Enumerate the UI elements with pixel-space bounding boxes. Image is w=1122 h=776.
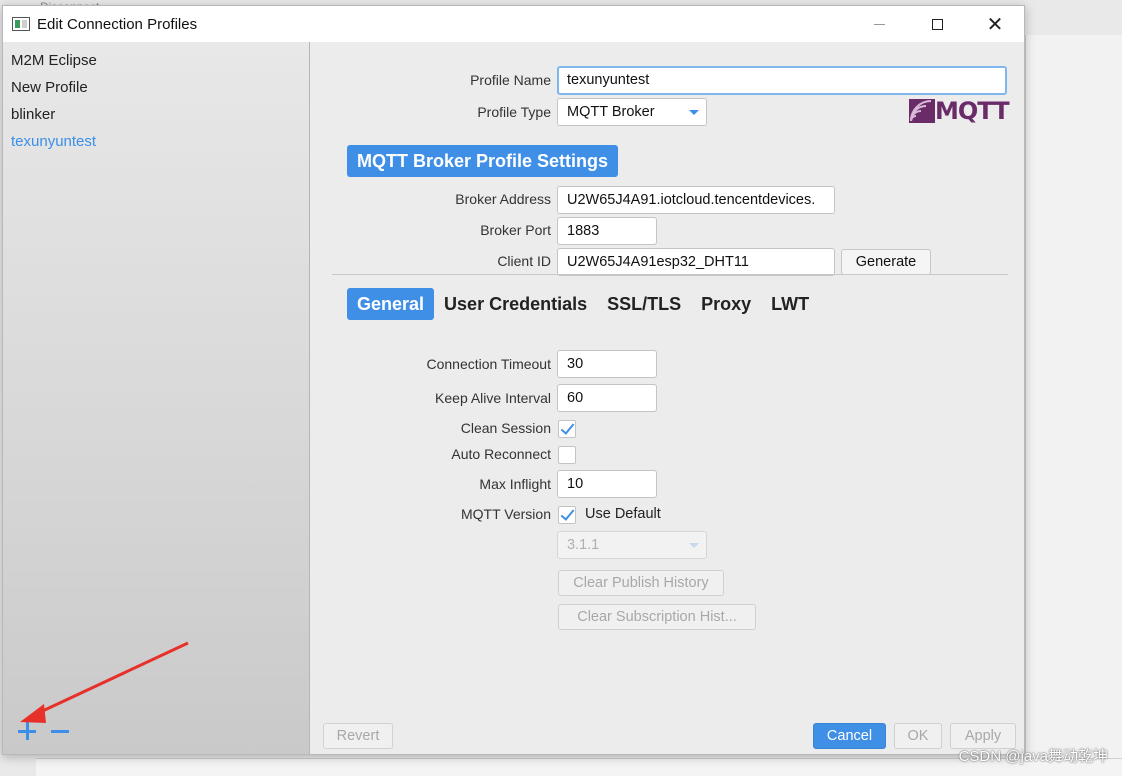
ok-button[interactable]: OK	[894, 723, 942, 749]
minimize-icon	[873, 23, 885, 25]
profile-name-label: Profile Name	[470, 72, 551, 88]
revert-button[interactable]: Revert	[323, 723, 393, 749]
generate-button[interactable]: Generate	[841, 249, 931, 275]
maximize-button[interactable]	[908, 6, 966, 42]
chevron-down-icon	[689, 110, 699, 115]
profile-item-selected[interactable]: texunyuntest	[11, 131, 96, 153]
window-title: Edit Connection Profiles	[37, 15, 198, 33]
maximize-icon	[931, 18, 943, 30]
title-bar: Edit Connection Profiles ✕	[3, 6, 1024, 42]
app-icon	[12, 17, 30, 31]
chevron-down-icon	[689, 543, 699, 548]
mqtt-version-value: 3.1.1	[567, 537, 600, 553]
connection-timeout-label: Connection Timeout	[426, 356, 551, 372]
use-default-label: Use Default	[585, 506, 661, 522]
mqtt-version-label: MQTT Version	[461, 506, 551, 522]
max-inflight-input[interactable]: 10	[557, 470, 657, 498]
profile-name-input[interactable]: texunyuntest	[557, 66, 1007, 95]
settings-tabs: General User Credentials SSL/TLS Proxy L…	[347, 288, 819, 320]
broker-address-label: Broker Address	[455, 191, 551, 207]
window-controls: ✕	[850, 6, 1024, 42]
client-id-input[interactable]: U2W65J4A91esp32_DHT11	[557, 248, 835, 276]
background-pane	[1025, 35, 1122, 776]
broker-address-input[interactable]: U2W65J4A91.iotcloud.tencentdevices.	[557, 186, 835, 214]
tab-user-credentials[interactable]: User Credentials	[434, 288, 597, 320]
section-header: MQTT Broker Profile Settings	[347, 145, 619, 177]
use-default-checkbox[interactable]	[558, 506, 576, 524]
cancel-button[interactable]: Cancel	[813, 723, 886, 749]
connection-timeout-input[interactable]: 30	[557, 350, 657, 378]
auto-reconnect-label: Auto Reconnect	[451, 446, 551, 462]
minimize-button[interactable]	[850, 6, 908, 42]
profile-list-sidebar: M2M Eclipse New Profile blinker texunyun…	[3, 42, 310, 754]
add-profile-button[interactable]	[15, 718, 41, 744]
client-id-label: Client ID	[497, 253, 551, 269]
auto-reconnect-checkbox[interactable]	[558, 446, 576, 464]
mqtt-version-select[interactable]: 3.1.1	[557, 531, 707, 559]
tab-lwt[interactable]: LWT	[761, 288, 819, 320]
max-inflight-label: Max Inflight	[479, 476, 551, 492]
profile-item[interactable]: M2M Eclipse	[11, 50, 97, 72]
profile-type-select[interactable]: MQTT Broker	[557, 98, 707, 126]
profile-type-value: MQTT Broker	[567, 104, 655, 120]
watermark: CSDN @java舞动乾坤	[958, 748, 1108, 765]
broker-port-label: Broker Port	[480, 222, 551, 238]
keep-alive-label: Keep Alive Interval	[435, 390, 551, 406]
tab-general[interactable]: General	[347, 288, 435, 320]
clean-session-checkbox[interactable]	[558, 420, 576, 438]
clear-publish-history-button[interactable]: Clear Publish History	[558, 570, 724, 596]
keep-alive-input[interactable]: 60	[557, 384, 657, 412]
remove-profile-button[interactable]	[47, 718, 73, 744]
mqtt-waves-icon	[909, 99, 935, 123]
edit-connection-profiles-dialog: Edit Connection Profiles ✕ M2M Eclipse N…	[2, 5, 1025, 755]
clear-subscription-history-button[interactable]: Clear Subscription Hist...	[558, 604, 756, 630]
profile-settings-panel: Profile Name texunyuntest Profile Type M…	[311, 42, 1024, 754]
clean-session-label: Clean Session	[460, 420, 551, 436]
tab-proxy[interactable]: Proxy	[691, 288, 761, 320]
tab-ssl-tls[interactable]: SSL/TLS	[597, 288, 691, 320]
profile-type-label: Profile Type	[477, 104, 551, 120]
profile-item[interactable]: blinker	[11, 104, 55, 126]
divider	[332, 274, 1008, 275]
broker-port-input[interactable]: 1883	[557, 217, 657, 245]
close-icon: ✕	[986, 13, 1004, 36]
close-button[interactable]: ✕	[966, 6, 1024, 42]
mqtt-logo: MQTT	[909, 97, 1010, 125]
sidebar-actions	[15, 718, 73, 744]
profile-item[interactable]: New Profile	[11, 77, 88, 99]
mqtt-logo-text: MQTT	[935, 97, 1010, 125]
